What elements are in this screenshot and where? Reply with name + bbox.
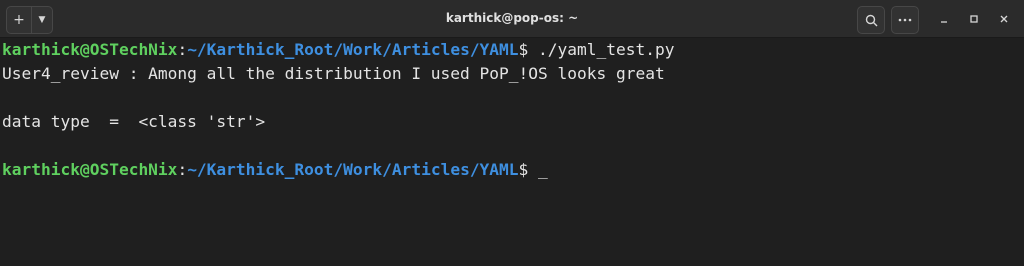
terminal-line-output: data type = <class 'str'> — [2, 112, 266, 131]
terminal-line-prompt: karthick@OSTechNix:~/Karthick_Root/Work/… — [2, 38, 1024, 62]
terminal-output[interactable]: karthick@OSTechNix:~/Karthick_Root/Work/… — [0, 38, 1024, 266]
maximize-icon-glyph — [970, 15, 978, 23]
prompt-colon: : — [177, 160, 188, 179]
close-icon[interactable] — [994, 9, 1014, 29]
minimize-icon-glyph — [941, 21, 947, 23]
prompt-path: ~/Karthick_Root/Work/Articles/YAML — [187, 160, 519, 179]
maximize-icon[interactable] — [964, 9, 984, 29]
prompt-user-host: karthick@OSTechNix — [2, 40, 178, 59]
command-text: ./yaml_test.py — [528, 40, 675, 59]
plus-icon[interactable]: + — [7, 7, 31, 33]
ellipsis-icon-glyph — [898, 18, 912, 22]
title-bar: + ▼ karthick@pop-os: ~ — [0, 0, 1024, 38]
command-text — [528, 160, 538, 179]
minimize-icon[interactable] — [934, 9, 954, 29]
search-icon-glyph — [865, 14, 877, 26]
text-cursor: _ — [538, 160, 548, 179]
search-icon[interactable] — [857, 6, 885, 34]
close-icon-glyph — [1000, 15, 1008, 23]
tab-controls: + ▼ — [6, 6, 53, 34]
terminal-line-output: User4_review : Among all the distributio… — [2, 64, 665, 83]
terminal-line-prompt: karthick@OSTechNix:~/Karthick_Root/Work/… — [2, 158, 1024, 182]
prompt-dollar: $ — [518, 160, 529, 179]
chevron-down-icon[interactable]: ▼ — [31, 7, 52, 33]
prompt-user-host: karthick@OSTechNix — [2, 160, 178, 179]
terminal-window: + ▼ karthick@pop-os: ~ karthick@OSTechNi… — [0, 0, 1024, 266]
prompt-path: ~/Karthick_Root/Work/Articles/YAML — [187, 40, 519, 59]
ellipsis-icon[interactable] — [891, 6, 919, 34]
prompt-dollar: $ — [518, 40, 529, 59]
prompt-colon: : — [177, 40, 188, 59]
